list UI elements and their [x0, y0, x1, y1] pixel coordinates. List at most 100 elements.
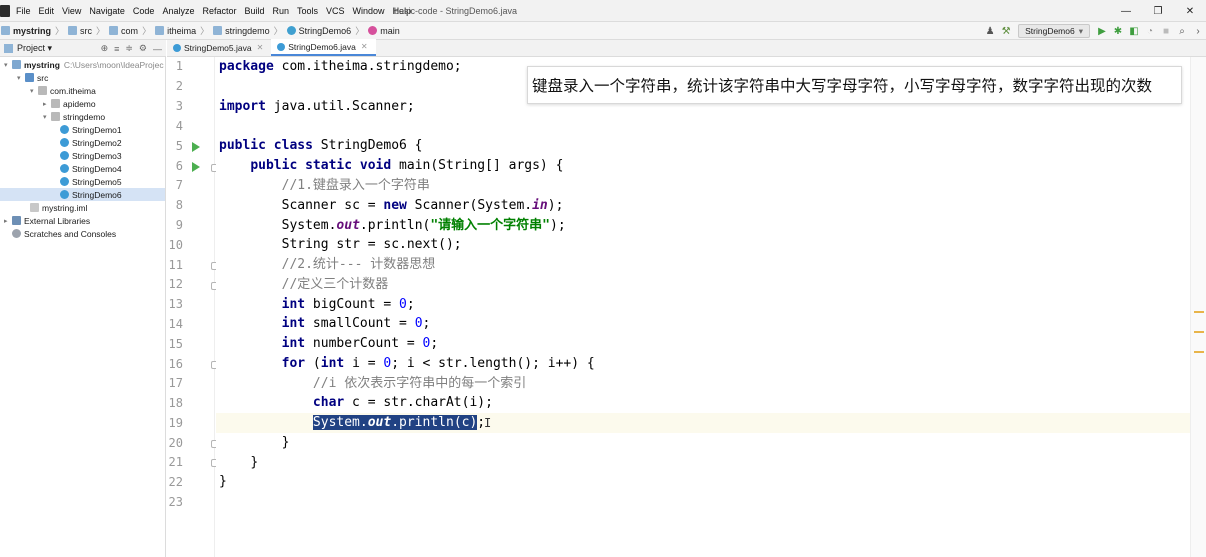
breadcrumb-com[interactable]: com	[109, 26, 138, 36]
code-line-10: String str = sc.next();	[281, 237, 462, 252]
tree-item-stringdemo4[interactable]: StringDemo4	[60, 162, 122, 175]
window-title: basic-code - StringDemo6.java	[394, 6, 518, 16]
collapse-arrow-icon[interactable]: ▸	[43, 100, 51, 108]
scratches-icon	[12, 229, 21, 238]
project-view-select[interactable]: Project ▾	[17, 43, 52, 54]
menu-run[interactable]: Run	[269, 6, 294, 16]
selected-text[interactable]: System.out.println(c)	[312, 415, 478, 430]
tree-item-stringdemo[interactable]: ▾ stringdemo	[43, 110, 105, 123]
warning-marker[interactable]	[1194, 351, 1204, 353]
expand-arrow-icon[interactable]: ▾	[4, 61, 12, 69]
expand-all-icon[interactable]: ≡	[114, 44, 119, 54]
breadcrumb-project[interactable]: mystring	[1, 26, 51, 36]
line-number: 3	[175, 99, 183, 113]
breadcrumb-separator: 〉	[96, 26, 106, 36]
search-icon[interactable]: ⌕	[1174, 22, 1190, 40]
breadcrumb-separator: 〉	[273, 26, 283, 36]
tree-item-src[interactable]: ▾ src	[17, 71, 48, 84]
package-icon	[109, 26, 119, 35]
source-folder-icon	[25, 73, 34, 82]
line-number: 11	[168, 258, 183, 272]
task-caption: 键盘录入一个字符串，统计该字符串中大写字母字符，小写字母字符，数字字符出现的次数	[527, 66, 1182, 104]
class-icon	[286, 26, 296, 35]
coverage-icon[interactable]: ◧	[1126, 22, 1142, 40]
breadcrumb-itheima[interactable]: itheima	[155, 26, 196, 36]
hide-icon[interactable]: —	[153, 44, 162, 54]
build-hammer-icon[interactable]: ⚒	[998, 22, 1014, 40]
code-line-14: int smallCount = 0;	[281, 316, 431, 331]
menu-navigate[interactable]: Navigate	[85, 6, 129, 16]
code-editor[interactable]: package com.itheima.stringdemo; import j…	[216, 57, 1190, 557]
breadcrumb-class[interactable]: StringDemo6	[286, 26, 351, 36]
tab-stringdemo5[interactable]: StringDemo5.java ✕	[167, 39, 271, 56]
run-icon[interactable]: ▶	[1094, 22, 1110, 40]
user-icon[interactable]: ♟	[982, 22, 998, 40]
tree-item-stringdemo5[interactable]: StringDemo5	[60, 175, 122, 188]
run-main-icon[interactable]	[192, 162, 200, 172]
line-number: 22	[168, 475, 183, 489]
line-number: 8	[175, 198, 183, 212]
warning-marker[interactable]	[1194, 311, 1204, 313]
menu-code[interactable]: Code	[129, 6, 159, 16]
tree-item-stringdemo2[interactable]: StringDemo2	[60, 136, 122, 149]
menu-vcs[interactable]: VCS	[322, 6, 349, 16]
tree-item-apidemo[interactable]: ▸ apidemo	[43, 97, 96, 110]
breadcrumb-stringdemo[interactable]: stringdemo	[213, 26, 270, 36]
gear-icon[interactable]: ⚙	[139, 43, 147, 54]
folder-icon	[68, 26, 78, 35]
close-button[interactable]: ✕	[1174, 0, 1206, 22]
class-icon	[60, 125, 69, 134]
tree-item-external-libraries[interactable]: ▸ External Libraries	[4, 214, 90, 227]
profile-icon[interactable]: ◔	[1142, 22, 1158, 40]
menu-window[interactable]: Window	[349, 6, 389, 16]
code-line-21: }	[250, 455, 259, 470]
breadcrumb-separator: 〉	[55, 26, 65, 36]
close-tab-icon[interactable]: ✕	[257, 43, 264, 52]
locate-icon[interactable]: ⊕	[101, 43, 109, 54]
menu-file[interactable]: File	[12, 6, 35, 16]
editor-gutter: 1 2 3 4 5 6 7 8 9 10 11 12 13 14 15 16 1…	[167, 57, 219, 557]
menu-view[interactable]: View	[58, 6, 85, 16]
editor-scrollbar[interactable]	[1190, 57, 1206, 557]
expand-arrow-icon[interactable]: ▾	[17, 74, 25, 82]
line-number: 18	[168, 396, 183, 410]
tab-stringdemo6[interactable]: StringDemo6.java ✕	[271, 39, 376, 56]
run-class-icon[interactable]	[192, 142, 200, 152]
method-icon	[368, 26, 378, 35]
tree-item-com-itheima[interactable]: ▾ com.itheima	[30, 84, 96, 97]
breadcrumb-src[interactable]: src	[68, 26, 92, 36]
expand-arrow-icon[interactable]: ▾	[43, 113, 51, 121]
tree-item-mystring[interactable]: ▾ mystring C:\Users\moon\IdeaProjec	[4, 58, 164, 71]
tree-item-stringdemo3[interactable]: StringDemo3	[60, 149, 122, 162]
breadcrumb-method[interactable]: main	[368, 26, 400, 36]
line-number: 12	[168, 277, 183, 291]
code-line-1: package com.itheima.stringdemo;	[219, 59, 462, 74]
library-icon	[12, 216, 21, 225]
minimize-button[interactable]: —	[1110, 0, 1142, 22]
more-icon[interactable]: ›	[1190, 22, 1206, 40]
class-icon	[173, 43, 181, 52]
tree-item-scratches[interactable]: Scratches and Consoles	[12, 227, 116, 240]
menu-build[interactable]: Build	[240, 6, 268, 16]
restore-button[interactable]: ❐	[1142, 0, 1174, 22]
warning-marker[interactable]	[1194, 331, 1204, 333]
close-tab-icon[interactable]: ✕	[361, 42, 368, 51]
tree-item-stringdemo6[interactable]: StringDemo6	[0, 188, 165, 201]
menu-edit[interactable]: Edit	[35, 6, 59, 16]
menu-tools[interactable]: Tools	[293, 6, 322, 16]
menu-refactor[interactable]: Refactor	[198, 6, 240, 16]
main-menu: File Edit View Navigate Code Analyze Ref…	[12, 6, 415, 16]
breadcrumb-separator: 〉	[355, 26, 365, 36]
menu-analyze[interactable]: Analyze	[158, 6, 198, 16]
tree-item-stringdemo1[interactable]: StringDemo1	[60, 123, 122, 136]
stop-icon[interactable]: ■	[1158, 22, 1174, 40]
collapse-all-icon[interactable]: ≑	[125, 43, 133, 54]
text-cursor-icon: I	[484, 416, 492, 430]
expand-arrow-icon[interactable]: ▾	[30, 87, 38, 95]
debug-icon[interactable]: ✱	[1110, 22, 1126, 40]
code-line-8: Scanner sc = new Scanner(System.in);	[281, 198, 564, 213]
package-icon	[213, 26, 223, 35]
tree-item-mystring-iml[interactable]: mystring.iml	[30, 201, 87, 214]
collapse-arrow-icon[interactable]: ▸	[4, 217, 12, 225]
run-configuration-select[interactable]: StringDemo6 ▾	[1018, 24, 1090, 38]
